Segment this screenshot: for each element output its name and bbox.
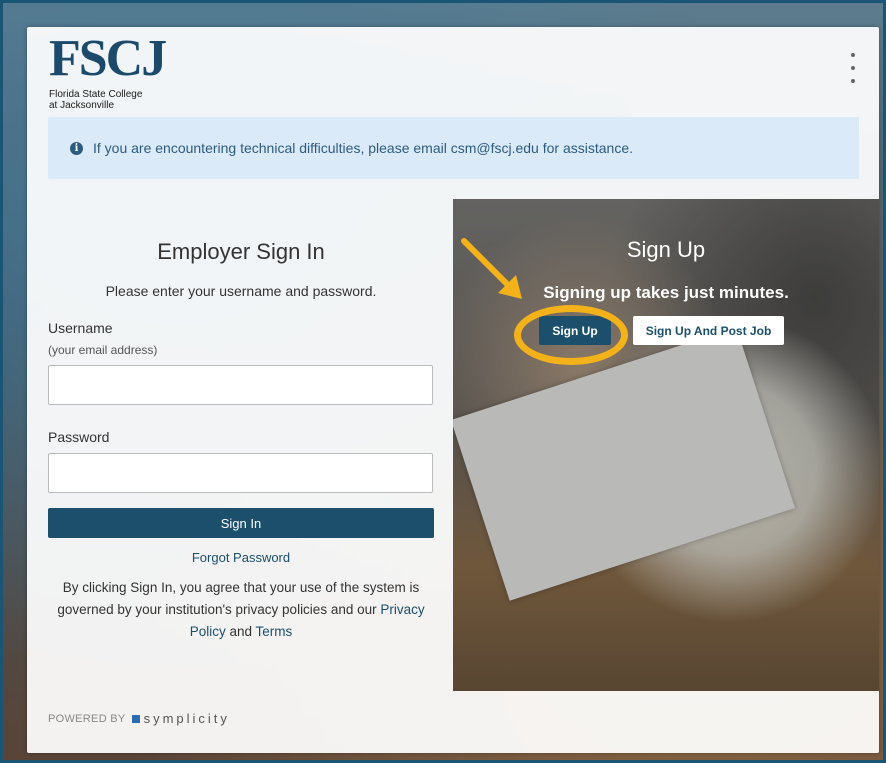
- terms-text: By clicking Sign In, you agree that your…: [57, 580, 420, 617]
- signin-subtitle: Please enter your username and password.: [105, 283, 377, 299]
- symplicity-logo-icon: [131, 714, 140, 723]
- password-label: Password: [48, 429, 110, 445]
- password-input[interactable]: [48, 453, 433, 493]
- symplicity-brand: symplicity: [143, 711, 230, 726]
- username-hint: (your email address): [48, 343, 158, 357]
- powered-by-label: POWERED BY: [48, 712, 126, 725]
- sign-up-and-post-job-button[interactable]: Sign Up And Post Job: [633, 316, 784, 345]
- document-photo: [453, 327, 796, 601]
- page-background: FSCJ Florida State College at Jacksonvil…: [0, 0, 886, 763]
- signin-title: Employer Sign In: [157, 239, 325, 264]
- info-alert: i If you are encountering technical diff…: [48, 117, 859, 179]
- pointer-arrow-icon: [461, 238, 522, 299]
- highlight-circle: [514, 305, 628, 365]
- info-icon: i: [70, 141, 83, 155]
- logo-mark: FSCJ: [49, 30, 167, 87]
- username-input[interactable]: [48, 365, 433, 405]
- more-options-icon[interactable]: [847, 53, 859, 83]
- terms-and: and: [225, 624, 256, 639]
- forgot-password-link[interactable]: Forgot Password: [48, 550, 434, 565]
- logo-line2: at Jacksonville: [49, 100, 115, 111]
- sign-in-button[interactable]: Sign In: [48, 508, 434, 538]
- powered-by-symplicity: POWERED BY symplicity: [48, 711, 230, 726]
- terms-notice: By clicking Sign In, you agree that your…: [48, 577, 434, 643]
- terms-link[interactable]: Terms: [256, 624, 293, 639]
- logo-line1: Florida State College: [49, 89, 143, 100]
- username-label: Username: [48, 320, 113, 336]
- fscj-logo: FSCJ Florida State College at Jacksonvil…: [49, 30, 167, 112]
- alert-text: If you are encountering technical diffic…: [93, 140, 633, 156]
